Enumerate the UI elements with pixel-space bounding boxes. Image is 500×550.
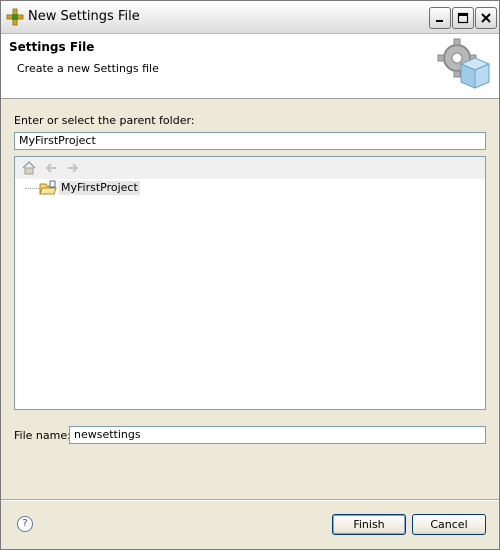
wizard-banner: Settings File Create a new Settings file xyxy=(1,34,499,99)
parent-folder-input[interactable]: MyFirstProject xyxy=(14,132,486,150)
title-bar[interactable]: New Settings File xyxy=(1,1,499,34)
maximize-icon xyxy=(457,12,469,24)
settings-wizard-icon xyxy=(435,36,493,94)
window-title: New Settings File xyxy=(28,9,140,24)
project-folder-icon xyxy=(39,180,57,196)
file-name-input[interactable]: newsettings xyxy=(69,426,486,444)
cancel-button[interactable]: Cancel xyxy=(412,514,486,535)
folder-tree[interactable]: MyFirstProject xyxy=(14,156,486,410)
minimize-icon xyxy=(436,20,443,22)
footer-separator xyxy=(1,499,499,501)
minimize-button[interactable] xyxy=(429,7,451,29)
app-icon xyxy=(6,8,24,26)
banner-title: Settings File xyxy=(9,40,95,54)
close-icon xyxy=(481,13,491,23)
file-name-label: File name: xyxy=(14,429,71,442)
tree-toolbar xyxy=(15,157,485,179)
tree-item[interactable]: MyFirstProject xyxy=(39,180,140,196)
tree-connector xyxy=(25,188,39,189)
maximize-button[interactable] xyxy=(452,7,474,29)
banner-description: Create a new Settings file xyxy=(17,62,159,75)
back-arrow-icon[interactable] xyxy=(43,161,59,175)
tree-item-label: MyFirstProject xyxy=(59,181,140,195)
help-icon[interactable]: ? xyxy=(17,516,33,532)
finish-button[interactable]: Finish xyxy=(332,514,406,535)
home-icon[interactable] xyxy=(21,160,37,175)
close-button[interactable] xyxy=(475,7,497,29)
parent-folder-label: Enter or select the parent folder: xyxy=(14,114,195,127)
dialog-window: New Settings File Settings File Create a… xyxy=(0,0,500,550)
forward-arrow-icon[interactable] xyxy=(65,161,81,175)
